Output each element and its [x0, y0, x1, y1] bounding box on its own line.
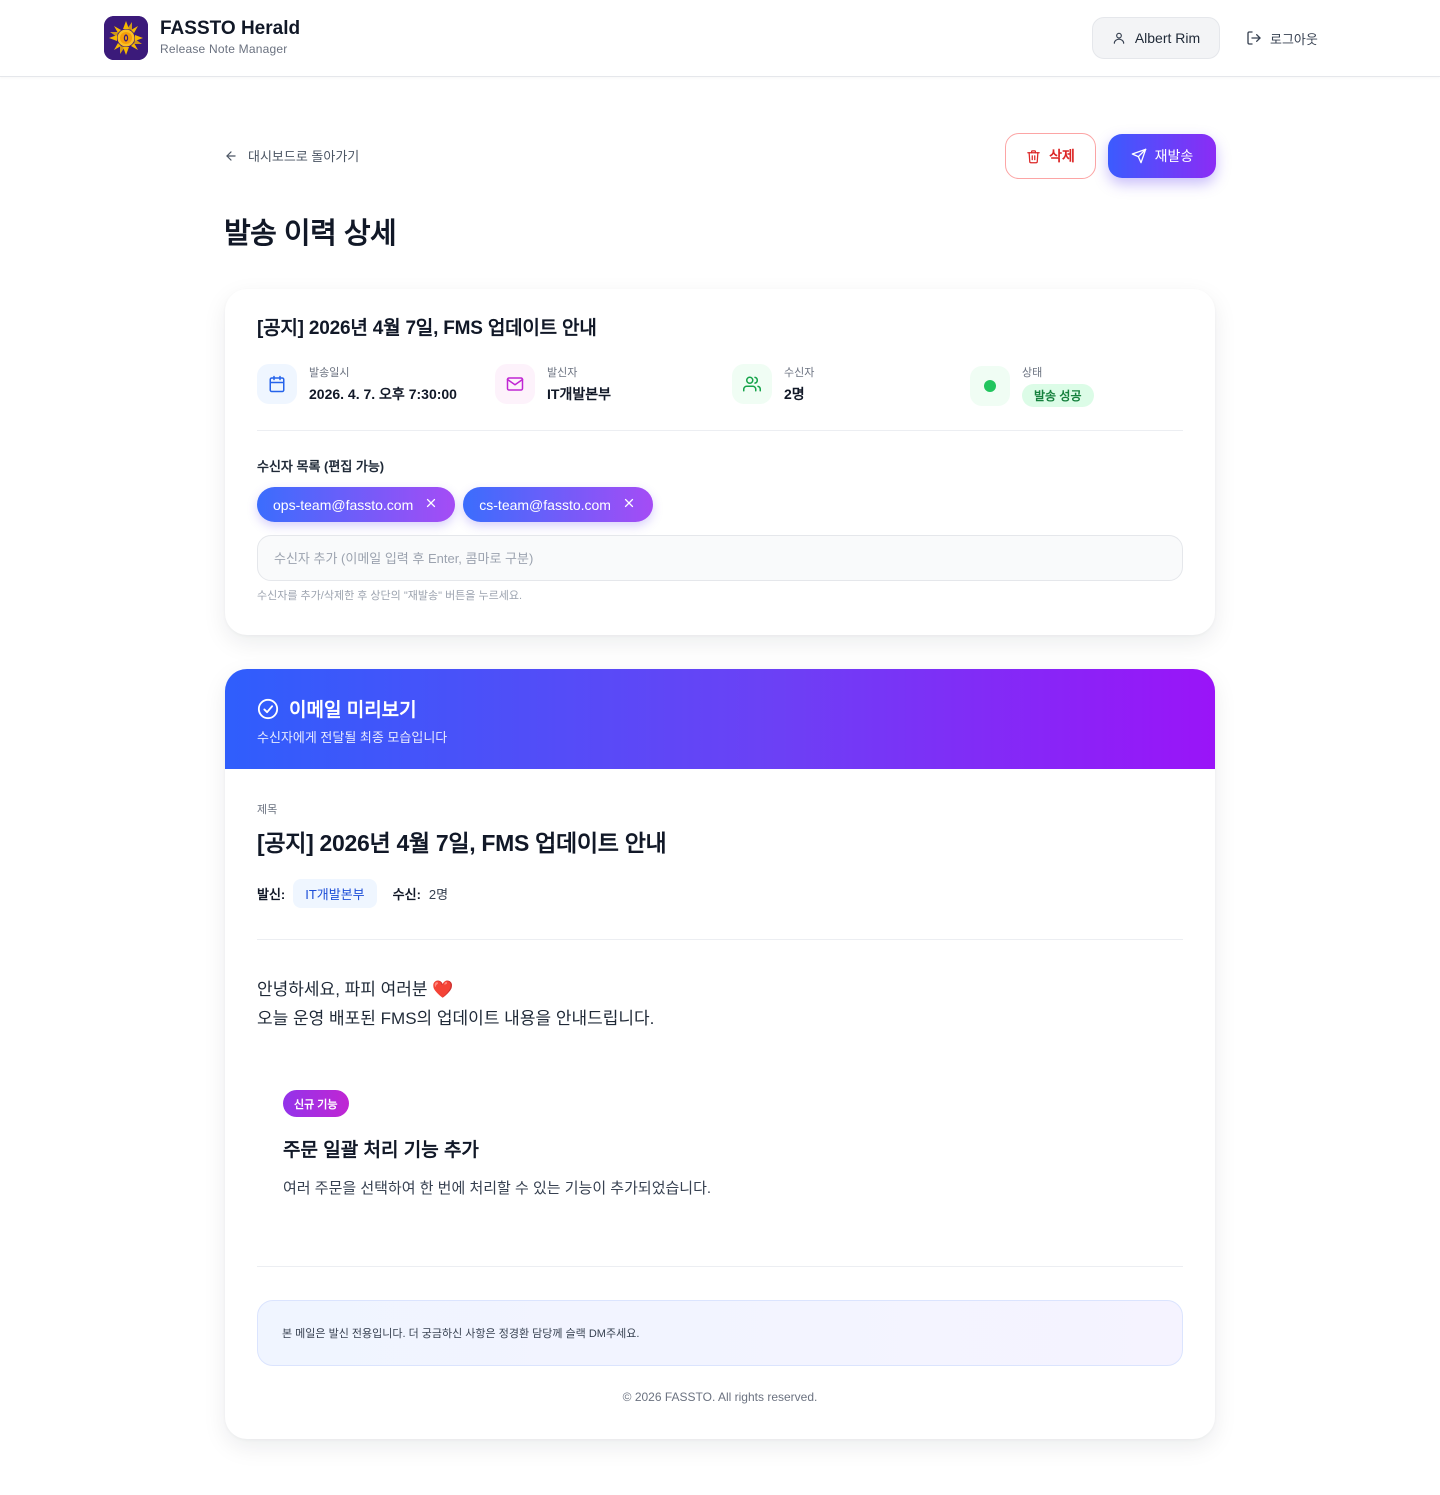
arrow-left-icon: [226, 150, 236, 161]
check-circle-icon: [257, 698, 279, 719]
status-icon-box: [970, 365, 1010, 406]
copyright: © 2026 FASSTO. All rights reserved.: [622, 1390, 818, 1404]
recipients-label: 수신자: [784, 367, 815, 379]
heart-emoji: ❤️: [432, 980, 454, 999]
recipients-count: 2명: [784, 386, 805, 402]
users-icon: [743, 376, 761, 392]
to-label: 수신:: [392, 887, 421, 902]
app-title: FASSTO Herald: [160, 18, 301, 39]
notice-box: 본 메일은 발신 전용입니다. 더 궁금하신 사항은 정경환 담당께 슬랙 DM…: [257, 1300, 1183, 1366]
divider: [257, 430, 1183, 431]
feature-description: 여러 주문을 선택하여 한 번에 처리할 수 있는 기능이 추가되었습니다.: [283, 1180, 712, 1197]
greeting: 안녕하세요, 파피 여러분: [257, 980, 428, 999]
notice-text: 본 메일은 발신 전용입니다. 더 궁금하신 사항은 정경환 담당께 슬랙 DM…: [282, 1328, 640, 1340]
close-icon: [624, 498, 634, 507]
top-navigation-bar: FASSTO Herald Release Note Manager Alber…: [0, 0, 1440, 77]
user-menu-button[interactable]: Albert Rim: [1092, 17, 1220, 59]
from-tag: IT개발본부: [293, 879, 377, 908]
sent-at-value: 2026. 4. 7. 오후 7:30:00: [309, 386, 457, 402]
send-history-info-card: [공지] 2026년 4월 7일, FMS 업데이트 안내 발송일시 2026.…: [225, 289, 1215, 635]
sender-value: IT개발본부: [547, 386, 611, 402]
page-title: 발송 이력 상세: [224, 218, 397, 250]
mail-icon-box: [495, 364, 535, 404]
sender-label: 발신자: [547, 367, 578, 379]
calendar-icon-box: [257, 364, 297, 404]
recipients-list-label: 수신자 목록 (편집 가능): [257, 459, 385, 474]
email-subject: [공지] 2026년 4월 7일, FMS 업데이트 안내: [257, 830, 667, 856]
recipient-chip: cs-team@fassto.com: [463, 487, 653, 522]
notice-title: [공지] 2026년 4월 7일, FMS 업데이트 안내: [257, 318, 597, 339]
recipient-hint: 수신자를 추가/삭제한 후 상단의 "재발송" 버튼을 누르세요.: [257, 590, 523, 602]
back-label: 대시보드로 돌아가기: [248, 149, 360, 164]
sun-logo-icon: [104, 16, 148, 60]
status-badge: 발송 성공: [1022, 384, 1094, 407]
to-value: 2명: [428, 887, 449, 902]
resend-button[interactable]: 재발송: [1108, 134, 1216, 178]
from-label: 발신:: [257, 887, 286, 902]
subject-label: 제목: [257, 804, 278, 816]
user-name: Albert Rim: [1134, 30, 1201, 46]
status-dot-icon: [984, 379, 996, 392]
intro-text: 오늘 운영 배포된 FMS의 업데이트 내용을 안내드립니다.: [257, 1009, 655, 1028]
preview-heading: 이메일 미리보기: [289, 700, 417, 721]
preview-header: 이메일 미리보기 수신자에게 전달될 최종 모습입니다: [225, 669, 1215, 769]
sent-at-label: 발송일시: [309, 367, 350, 379]
trash-icon: [1027, 149, 1040, 163]
app-subtitle: Release Note Manager: [160, 42, 288, 56]
delete-label: 삭제: [1049, 148, 1075, 164]
meta-recipients: 수신자 2명: [732, 364, 814, 404]
recipient-chips: ops-team@fassto.com cs-team@fassto.com: [257, 487, 653, 522]
divider: [257, 939, 1183, 940]
preview-subheading: 수신자에게 전달될 최종 모습입니다: [257, 730, 448, 745]
add-recipient-input[interactable]: [257, 535, 1183, 581]
meta-status: 상태 발송 성공: [970, 364, 1094, 407]
close-icon: [427, 498, 436, 507]
logout-icon: [1247, 31, 1261, 45]
back-to-dashboard-link[interactable]: 대시보드로 돌아가기: [224, 146, 359, 165]
meta-sender: 발신자 IT개발본부: [495, 364, 611, 404]
feature-title: 주문 일괄 처리 기능 추가: [283, 1140, 479, 1161]
feature-tag: 신규 기능: [283, 1090, 349, 1117]
remove-recipient-button[interactable]: [623, 497, 635, 513]
meta-sent-at: 발송일시 2026. 4. 7. 오후 7:30:00: [257, 364, 457, 404]
delete-button[interactable]: 삭제: [1005, 133, 1096, 179]
logout-button[interactable]: 로그아웃: [1246, 27, 1318, 49]
resend-label: 재발송: [1154, 148, 1194, 164]
user-icon: [1113, 32, 1125, 44]
calendar-icon: [269, 375, 285, 393]
remove-recipient-button[interactable]: [425, 497, 437, 513]
recipient-chip: ops-team@fassto.com: [257, 487, 456, 522]
from-to-row: 발신: IT개발본부 수신: 2명: [257, 879, 448, 908]
status-label: 상태: [1022, 367, 1043, 379]
app-logo[interactable]: [104, 16, 148, 60]
recipient-email: ops-team@fassto.com: [273, 496, 414, 513]
mail-icon: [506, 377, 524, 391]
divider: [257, 1266, 1183, 1267]
email-body: 안녕하세요, 파피 여러분 ❤️ 오늘 운영 배포된 FMS의 업데이트 내용을…: [257, 975, 654, 1033]
email-preview-card: 이메일 미리보기 수신자에게 전달될 최종 모습입니다 제목 [공지] 2026…: [225, 669, 1215, 1439]
users-icon-box: [732, 364, 772, 404]
send-icon: [1131, 148, 1147, 164]
recipient-email: cs-team@fassto.com: [479, 496, 611, 513]
logout-label: 로그아웃: [1270, 31, 1318, 47]
